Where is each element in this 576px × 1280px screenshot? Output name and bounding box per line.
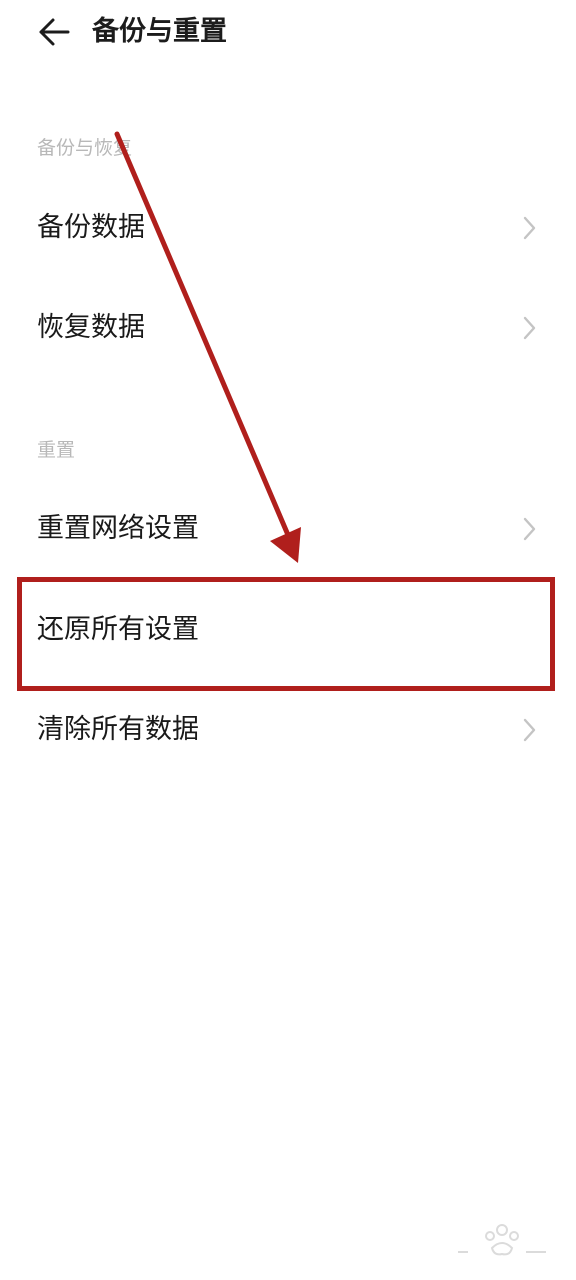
menu-item-label: 清除所有数据 bbox=[37, 714, 199, 745]
menu-item-label: 重置网络设置 bbox=[37, 513, 199, 544]
app-header: 备份与重置 bbox=[0, 0, 576, 64]
menu-item-label: 还原所有设置 bbox=[37, 614, 199, 645]
chevron-right-icon bbox=[523, 216, 536, 240]
menu-item-label: 备份数据 bbox=[37, 212, 145, 243]
menu-item-backup-data[interactable]: 备份数据 bbox=[0, 180, 576, 276]
menu-item-label: 恢复数据 bbox=[37, 312, 145, 343]
menu-item-restore-all-settings[interactable]: 还原所有设置 bbox=[0, 582, 576, 678]
section-header-reset: 重置 bbox=[37, 439, 76, 461]
menu-item-erase-all-data[interactable]: 清除所有数据 bbox=[0, 682, 576, 778]
chevron-right-icon bbox=[523, 517, 536, 541]
menu-item-restore-data[interactable]: 恢复数据 bbox=[0, 280, 576, 376]
chevron-right-icon bbox=[523, 718, 536, 742]
page-title: 备份与重置 bbox=[92, 16, 227, 47]
section-header-backup-restore: 备份与恢复 bbox=[37, 137, 133, 159]
menu-item-reset-network-settings[interactable]: 重置网络设置 bbox=[0, 481, 576, 577]
arrow-left-icon bbox=[39, 18, 70, 46]
baidu-jingyan-watermark bbox=[458, 1224, 546, 1256]
chevron-right-icon bbox=[523, 316, 536, 340]
back-button[interactable] bbox=[32, 12, 76, 52]
